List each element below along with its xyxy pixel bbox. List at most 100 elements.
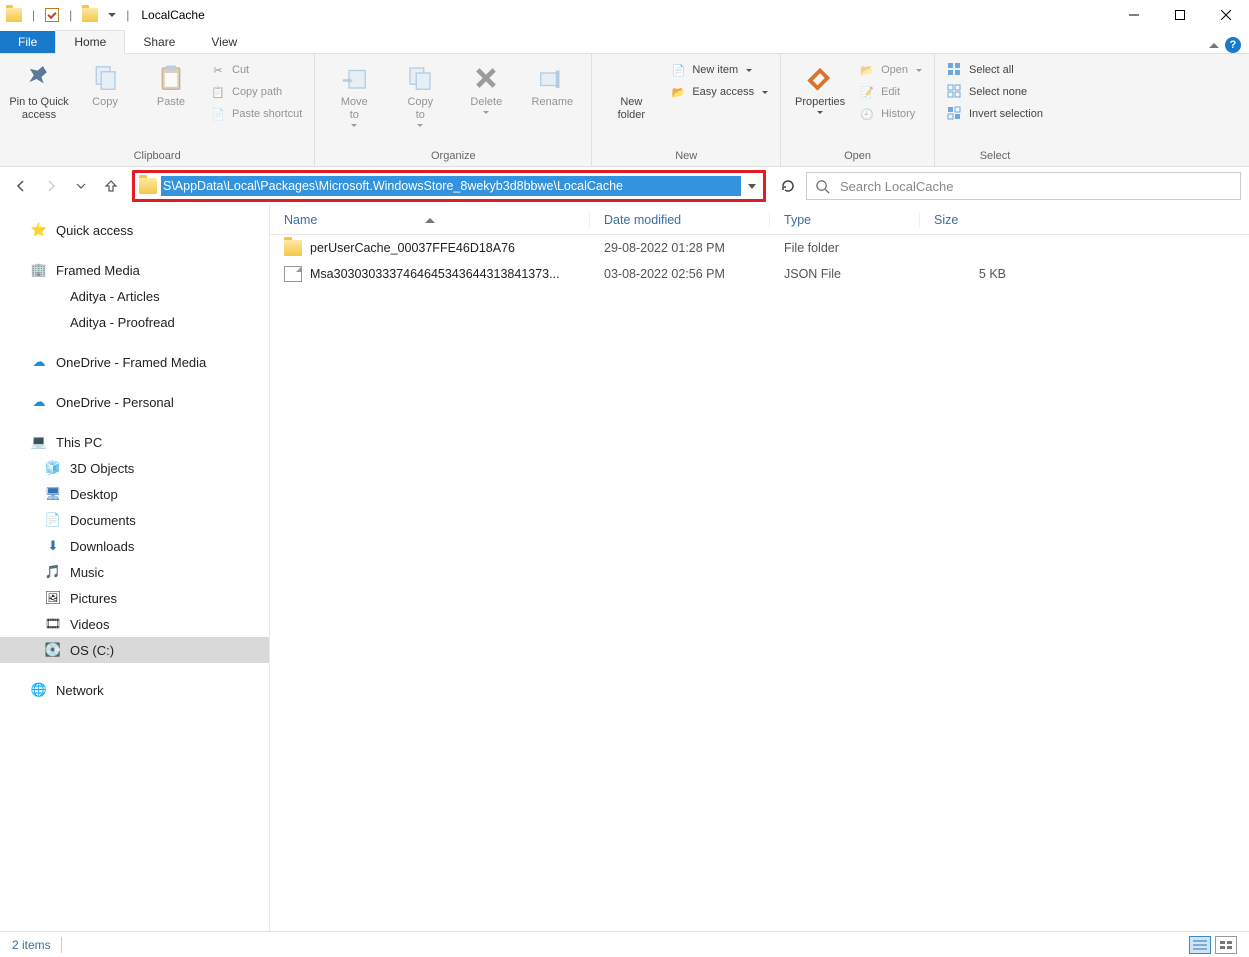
up-button[interactable]: [98, 173, 124, 199]
group-organize: Move to Copy to Delete Rename Organize: [315, 54, 592, 166]
close-button[interactable]: [1203, 0, 1249, 30]
address-bar[interactable]: [132, 170, 766, 202]
cube-icon: 🧊: [44, 460, 62, 476]
address-dropdown-button[interactable]: [741, 184, 763, 189]
search-box[interactable]: [806, 172, 1241, 200]
building-icon: 🏢: [30, 262, 48, 278]
rename-button[interactable]: Rename: [521, 58, 583, 109]
folder-icon: [139, 178, 157, 194]
tab-file[interactable]: File: [0, 31, 55, 53]
group-select: Select all Select none Invert selection …: [935, 54, 1055, 166]
column-date[interactable]: Date modified: [590, 213, 770, 227]
move-to-button[interactable]: Move to: [323, 58, 385, 127]
open-button[interactable]: 📂Open: [855, 60, 926, 80]
properties-button[interactable]: Properties: [789, 58, 851, 114]
sidebar-documents[interactable]: 📄Documents: [0, 507, 269, 533]
easy-access-button[interactable]: 📂Easy access: [666, 82, 772, 102]
file-rows: perUserCache_00037FFE46D18A7629-08-2022 …: [270, 235, 1249, 931]
help-icon[interactable]: ?: [1225, 37, 1241, 53]
select-none-button[interactable]: Select none: [943, 82, 1047, 102]
details-view-button[interactable]: [1189, 936, 1211, 954]
sidebar-pictures[interactable]: 🖼Pictures: [0, 585, 269, 611]
copy-button[interactable]: Copy: [74, 58, 136, 109]
title-bar: | | | LocalCache: [0, 0, 1249, 30]
sidebar-aditya-proofread[interactable]: Aditya - Proofread: [0, 309, 269, 335]
collapse-ribbon-icon[interactable]: [1209, 43, 1219, 48]
large-icons-view-button[interactable]: [1215, 936, 1237, 954]
ribbon: Pin to Quick access Copy Paste ✂Cut 📋Cop…: [0, 54, 1249, 167]
sidebar-3d-objects[interactable]: 🧊3D Objects: [0, 455, 269, 481]
star-icon: ⭐: [30, 222, 48, 238]
document-icon: 📄: [44, 512, 62, 528]
minimize-button[interactable]: [1111, 0, 1157, 30]
folder-icon: [284, 240, 302, 256]
status-item-count: 2 items: [12, 938, 51, 952]
drive-icon: 💽: [44, 642, 62, 658]
column-type[interactable]: Type: [770, 213, 920, 227]
file-icon: [284, 266, 302, 282]
column-headers: Name Date modified Type Size: [270, 205, 1249, 235]
paste-button[interactable]: Paste: [140, 58, 202, 109]
checkbox-icon[interactable]: [45, 8, 59, 22]
sidebar-downloads[interactable]: ⬇Downloads: [0, 533, 269, 559]
pictures-icon: 🖼: [44, 590, 62, 606]
file-list-pane: Name Date modified Type Size perUserCach…: [270, 205, 1249, 931]
search-input[interactable]: [840, 179, 1232, 194]
group-clipboard: Pin to Quick access Copy Paste ✂Cut 📋Cop…: [0, 54, 315, 166]
tab-view[interactable]: View: [193, 31, 255, 53]
maximize-button[interactable]: [1157, 0, 1203, 30]
desktop-icon: 🖥: [44, 486, 62, 502]
group-new: New folder 📄New item 📂Easy access New: [592, 54, 781, 166]
copy-path-button[interactable]: 📋Copy path: [206, 82, 306, 102]
ribbon-tabs: File Home Share View ?: [0, 30, 1249, 54]
address-input[interactable]: [161, 176, 741, 196]
file-row[interactable]: perUserCache_00037FFE46D18A7629-08-2022 …: [270, 235, 1249, 261]
paste-shortcut-button[interactable]: 📄Paste shortcut: [206, 104, 306, 124]
tab-home[interactable]: Home: [55, 30, 125, 54]
new-folder-button[interactable]: New folder: [600, 58, 662, 122]
edit-button[interactable]: 📝Edit: [855, 82, 926, 102]
window-title: LocalCache: [141, 8, 204, 22]
cut-button[interactable]: ✂Cut: [206, 60, 306, 80]
select-all-button[interactable]: Select all: [943, 60, 1047, 80]
tab-share[interactable]: Share: [125, 31, 193, 53]
cloud-icon: ☁: [30, 354, 48, 370]
sidebar-os-c[interactable]: 💽OS (C:): [0, 637, 269, 663]
network-icon: 🌐: [30, 682, 48, 698]
qat-folder-icon: [6, 8, 22, 22]
navigation-bar: [0, 167, 1249, 205]
pin-to-quick-access-button[interactable]: Pin to Quick access: [8, 58, 70, 122]
column-size[interactable]: Size: [920, 213, 1020, 227]
sidebar-quick-access[interactable]: ⭐Quick access: [0, 217, 269, 243]
navigation-pane[interactable]: ⭐Quick access 🏢Framed Media Aditya - Art…: [0, 205, 270, 931]
recent-dropdown-button[interactable]: [68, 173, 94, 199]
sidebar-network[interactable]: 🌐Network: [0, 677, 269, 703]
copy-to-button[interactable]: Copy to: [389, 58, 451, 127]
chevron-down-icon: [748, 184, 756, 189]
new-item-button[interactable]: 📄New item: [666, 60, 772, 80]
sidebar-onedrive-framed[interactable]: ☁OneDrive - Framed Media: [0, 349, 269, 375]
download-icon: ⬇: [44, 538, 62, 554]
delete-button[interactable]: Delete: [455, 58, 517, 114]
sort-asc-icon: [425, 205, 435, 218]
sidebar-desktop[interactable]: 🖥Desktop: [0, 481, 269, 507]
sidebar-videos[interactable]: 🎞Videos: [0, 611, 269, 637]
group-open: Properties 📂Open 📝Edit 🕘History Open: [781, 54, 935, 166]
search-icon: [815, 179, 830, 194]
status-bar: 2 items: [0, 931, 1249, 957]
invert-selection-button[interactable]: Invert selection: [943, 104, 1047, 124]
qat-folder-icon-2: [82, 8, 98, 22]
sidebar-framed-media[interactable]: 🏢Framed Media: [0, 257, 269, 283]
history-button[interactable]: 🕘History: [855, 104, 926, 124]
sidebar-onedrive-personal[interactable]: ☁OneDrive - Personal: [0, 389, 269, 415]
sidebar-aditya-articles[interactable]: Aditya - Articles: [0, 283, 269, 309]
refresh-button[interactable]: [774, 172, 802, 200]
sidebar-music[interactable]: 🎵Music: [0, 559, 269, 585]
file-row[interactable]: Msa3030303337464645343644313841373...03-…: [270, 261, 1249, 287]
back-button[interactable]: [8, 173, 34, 199]
pc-icon: 💻: [30, 434, 48, 450]
music-icon: 🎵: [44, 564, 62, 580]
sidebar-this-pc[interactable]: 💻This PC: [0, 429, 269, 455]
qat-dropdown-icon[interactable]: [108, 13, 116, 17]
forward-button[interactable]: [38, 173, 64, 199]
